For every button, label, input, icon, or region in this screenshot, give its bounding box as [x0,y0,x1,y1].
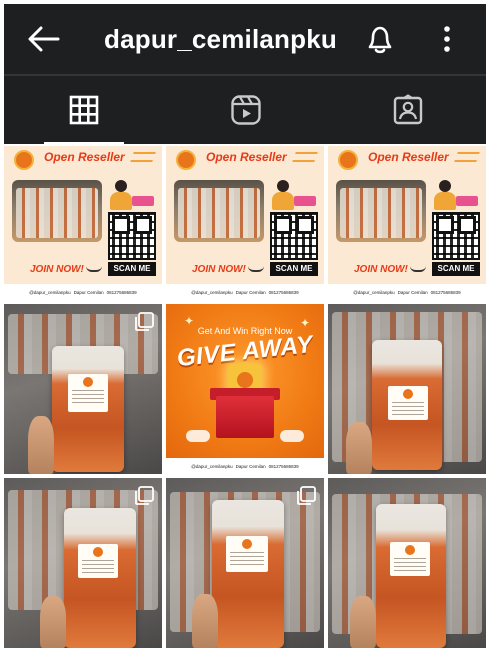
back-button[interactable] [24,21,64,57]
whatsapp-number: 081275686839 [106,289,137,295]
post-giveaway[interactable]: ✦ ✦ Get And Win Right Now GIVE AWAY @dap… [166,304,324,474]
post-reseller-2[interactable]: Open Reseller JOIN NOW! SCAN ME @dapur_c… [166,146,324,300]
person-illustration [270,180,296,210]
join-label: JOIN NOW! [192,264,246,275]
scan-label: SCAN ME [270,262,318,276]
reseller-title: Open Reseller [368,150,449,164]
notifications-button[interactable] [360,20,400,58]
contact-footer: @dapur_cemilanpku Dapur Cemilan 08127568… [328,284,486,300]
curved-arrow-icon [86,266,102,272]
laptop-illustration [132,196,154,206]
whatsapp-number: 081275686839 [268,289,299,295]
multi-post-icon [135,312,154,331]
reseller-title: Open Reseller [206,150,287,164]
decor-lines [454,152,480,162]
brand-logo-icon [14,150,34,170]
decor-lines [130,152,156,162]
qr-code [108,212,156,260]
tagged-person-icon [393,94,423,125]
profile-header: dapur_cemilanpku [4,4,486,74]
brand-logo-icon [176,150,196,170]
post-product-photo-2[interactable] [328,304,486,474]
curved-arrow-icon [410,266,426,272]
post-product-photo-5[interactable] [328,478,486,648]
brand-logo-icon [338,150,358,170]
multi-post-icon [297,486,316,505]
facebook-name: Dapur Cemilan [235,463,266,469]
instagram-handle: @dapur_cemilanpku [191,289,233,295]
instagram-handle: @dapur_cemilanpku [29,289,71,295]
facebook-name: Dapur Cemilan [397,289,428,295]
post-product-photo-4[interactable] [166,478,324,648]
facebook-name: Dapur Cemilan [73,289,104,295]
curved-arrow-icon [248,266,264,272]
more-options-button[interactable] [432,20,462,58]
whatsapp-number: 081275686839 [268,463,299,469]
scan-label: SCAN ME [108,262,156,276]
instagram-handle: @dapur_cemilanpku [353,289,395,295]
product-photo [336,180,426,242]
contact-footer: @dapur_cemilanpku Dapur Cemilan 08127568… [4,284,162,300]
contact-footer: @dapur_cemilanpku Dapur Cemilan 08127568… [166,284,324,300]
join-label: JOIN NOW! [354,264,408,275]
post-product-photo-1[interactable] [4,304,162,474]
badge-icon [186,430,210,442]
facebook-name: Dapur Cemilan [235,289,266,295]
multi-post-icon [135,486,154,505]
bell-icon [368,26,392,54]
posts-grid: Open Reseller JOIN NOW! SCAN ME @dapur_c… [4,146,486,648]
post-product-photo-3[interactable] [4,478,162,648]
laptop-illustration [456,196,478,206]
instagram-handle: @dapur_cemilanpku [191,463,233,469]
more-vertical-icon [444,26,450,52]
post-reseller-3[interactable]: Open Reseller JOIN NOW! SCAN ME @dapur_c… [328,146,486,300]
reseller-title: Open Reseller [44,150,125,164]
grid-icon [69,95,99,125]
product-photo [12,180,102,242]
badge-icon [280,430,304,442]
tab-posts[interactable] [4,76,164,144]
scan-label: SCAN ME [432,262,480,276]
qr-code [432,212,480,260]
tab-tagged[interactable] [328,76,486,144]
profile-tabs [4,76,486,144]
decor-lines [292,152,318,162]
gift-box-illustration [216,396,274,438]
arrow-left-icon [28,26,60,52]
product-photo [174,180,264,242]
person-illustration [108,180,134,210]
contact-footer: @dapur_cemilanpku Dapur Cemilan 08127568… [166,458,324,474]
tab-reels[interactable] [166,76,326,144]
laptop-illustration [294,196,316,206]
person-illustration [432,180,458,210]
instagram-profile-screen: dapur_cemilanpku Open Reseller JOIN NOW!… [0,0,486,648]
qr-code [270,212,318,260]
whatsapp-number: 081275686839 [430,289,461,295]
profile-username: dapur_cemilanpku [104,24,337,54]
join-label: JOIN NOW! [30,264,84,275]
post-reseller-1[interactable]: Open Reseller JOIN NOW! SCAN ME @dapur_c… [4,146,162,300]
reels-icon [231,95,261,125]
